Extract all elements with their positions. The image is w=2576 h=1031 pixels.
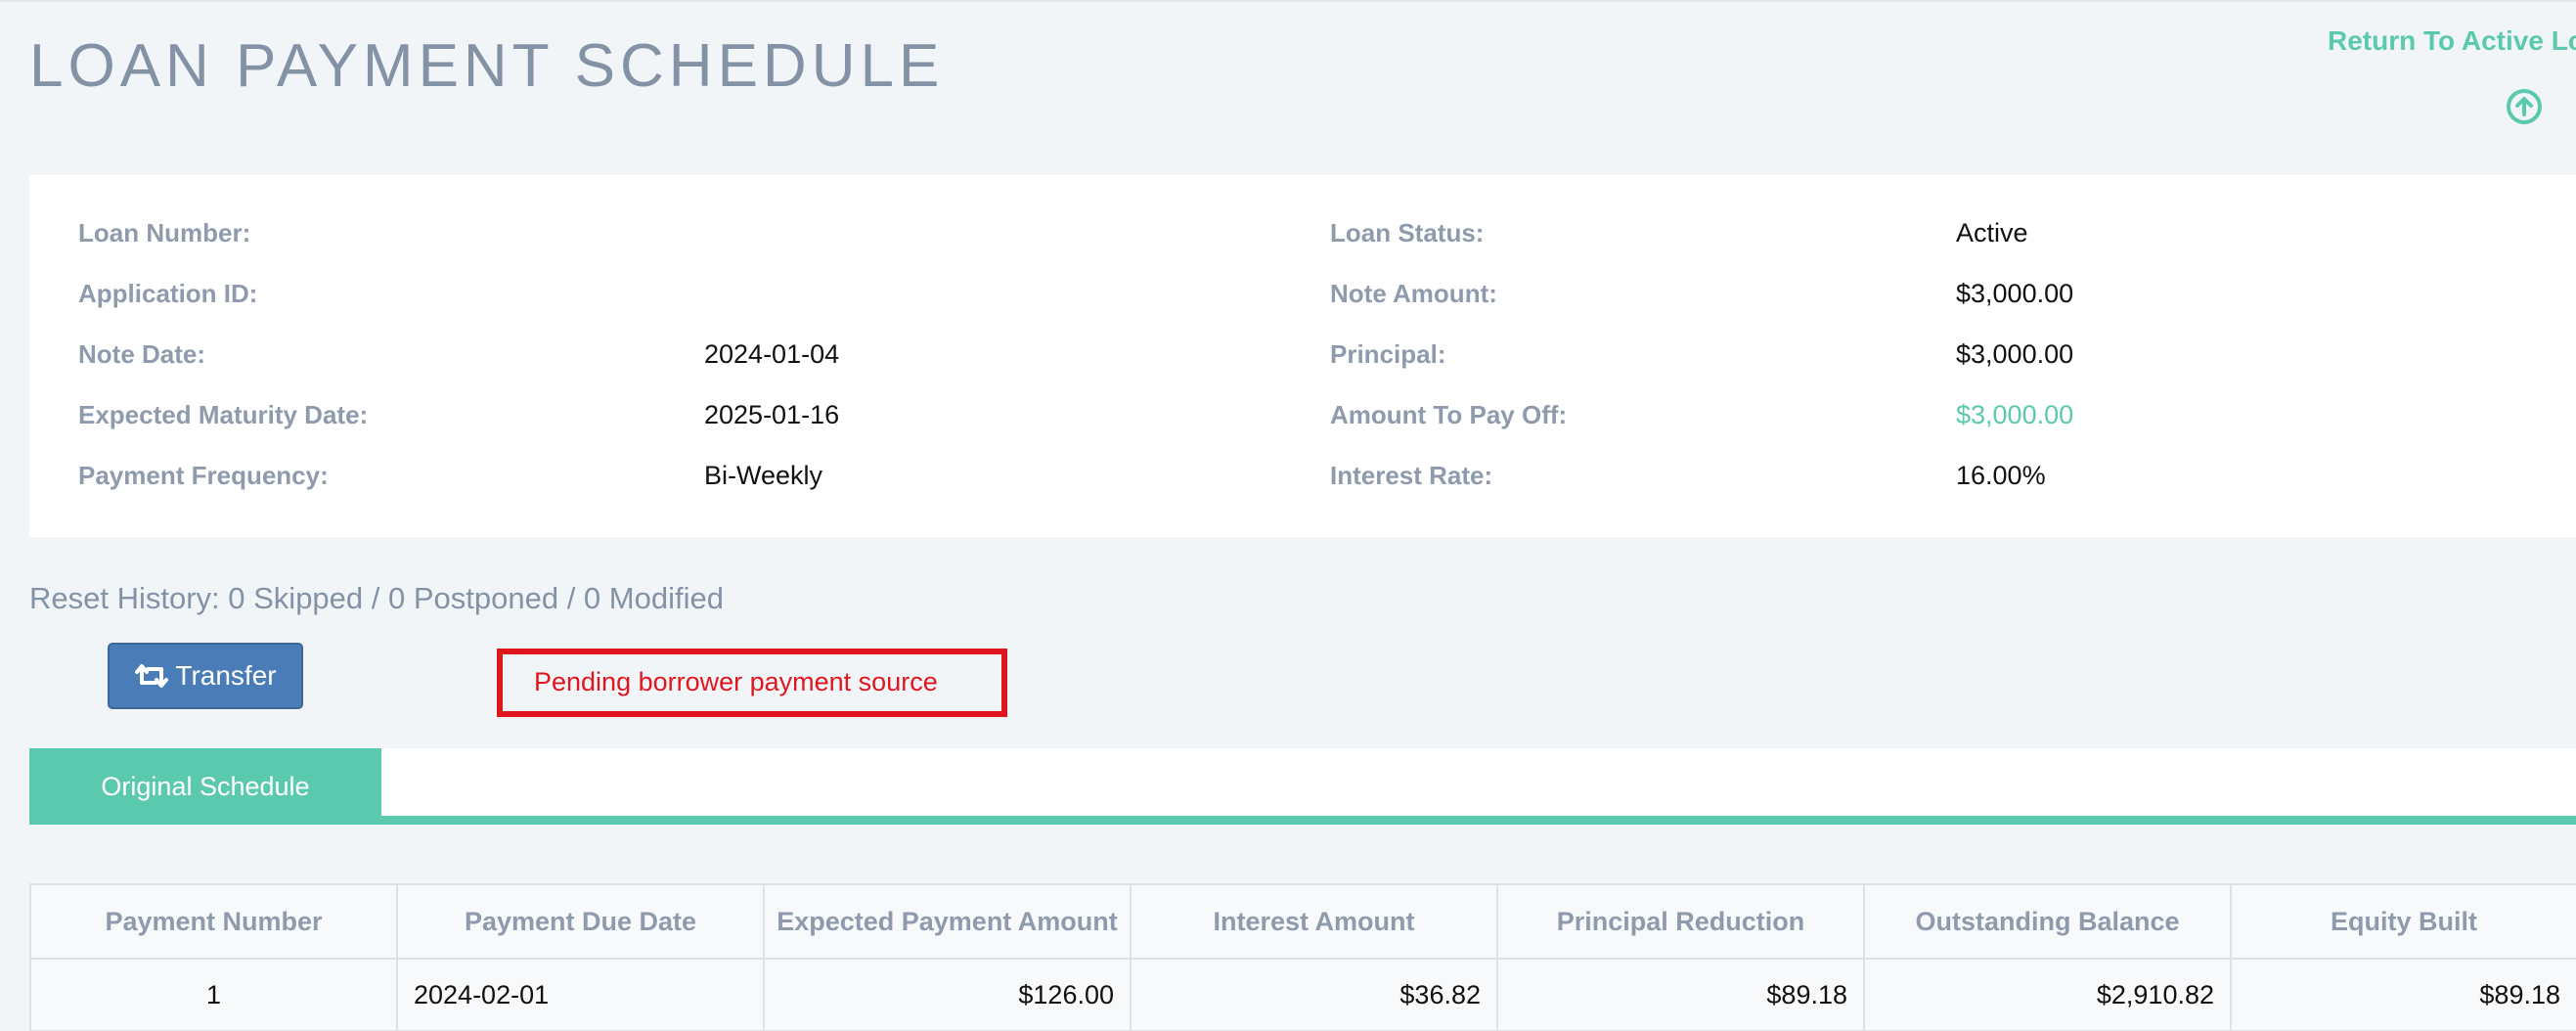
transfer-button-label: Transfer <box>175 660 277 691</box>
tab-original-schedule[interactable]: Original Schedule <box>29 748 381 825</box>
retweet-icon <box>135 664 169 688</box>
payment-frequency-value: Bi-Weekly <box>704 461 823 490</box>
column-header-payment-number[interactable]: Payment Number <box>29 883 398 960</box>
expected-maturity-date-label: Expected Maturity Date: <box>78 400 369 429</box>
pending-payment-source-notice: Pending borrower payment source <box>497 649 1007 717</box>
note-amount-value: $3,000.00 <box>1956 279 2074 308</box>
loan-status-value: Active <box>1956 218 2028 247</box>
loan-payment-schedule-page: LOAN PAYMENT SCHEDULE Return To Active L… <box>0 0 2576 1031</box>
loan-status-label: Loan Status: <box>1330 218 1485 247</box>
payment-schedule-table: Payment Number Payment Due Date Expected… <box>29 883 2576 1031</box>
column-header-outstanding-balance[interactable]: Outstanding Balance <box>1863 883 2232 960</box>
cell-expected-payment-amount: $126.00 <box>763 958 1132 1031</box>
amount-to-pay-off-value: $3,000.00 <box>1956 400 2074 429</box>
application-id-label: Application ID: <box>78 279 258 308</box>
page-title: LOAN PAYMENT SCHEDULE <box>29 32 945 100</box>
payment-frequency-label: Payment Frequency: <box>78 461 329 490</box>
cell-outstanding-balance: $2,910.82 <box>1863 958 2232 1031</box>
note-amount-label: Note Amount: <box>1330 279 1497 308</box>
circle-arrow-up-icon[interactable] <box>2506 88 2543 125</box>
column-header-expected-payment-amount[interactable]: Expected Payment Amount <box>763 883 1132 960</box>
transfer-button[interactable]: Transfer <box>108 643 303 709</box>
reset-history: Reset History: 0 Skipped / 0 Postponed /… <box>29 581 724 615</box>
expected-maturity-date-value: 2025-01-16 <box>704 400 840 429</box>
principal-value: $3,000.00 <box>1956 339 2074 369</box>
cell-interest-amount: $36.82 <box>1130 958 1498 1031</box>
tab-underline <box>29 816 2576 825</box>
return-to-active-loans-link[interactable]: Return To Active Loans <box>2328 25 2576 57</box>
column-header-interest-amount[interactable]: Interest Amount <box>1130 883 1498 960</box>
note-date-label: Note Date: <box>78 339 206 369</box>
interest-rate-label: Interest Rate: <box>1330 461 1493 490</box>
column-header-principal-reduction[interactable]: Principal Reduction <box>1496 883 1865 960</box>
cell-payment-number: 1 <box>29 958 398 1031</box>
table-header-row: Payment Number Payment Due Date Expected… <box>29 883 2576 960</box>
column-header-payment-due-date[interactable]: Payment Due Date <box>396 883 765 960</box>
schedule-tab-bar <box>29 748 2576 817</box>
note-date-value: 2024-01-04 <box>704 339 840 369</box>
pending-payment-source-text: Pending borrower payment source <box>534 667 938 696</box>
cell-equity-built: $89.18 <box>2230 958 2576 1031</box>
interest-rate-value: 16.00% <box>1956 461 2046 490</box>
loan-info-card: Loan Number: Application ID: Note Date: … <box>29 175 2576 537</box>
cell-principal-reduction: $89.18 <box>1496 958 1865 1031</box>
column-header-equity-built[interactable]: Equity Built <box>2230 883 2576 960</box>
cell-payment-due-date: 2024-02-01 <box>396 958 765 1031</box>
table-row: 1 2024-02-01 $126.00 $36.82 $89.18 $2,91… <box>29 958 2576 1031</box>
tab-original-schedule-label: Original Schedule <box>101 771 310 801</box>
principal-label: Principal: <box>1330 339 1446 369</box>
loan-number-label: Loan Number: <box>78 218 251 247</box>
amount-to-pay-off-label: Amount To Pay Off: <box>1330 400 1568 429</box>
